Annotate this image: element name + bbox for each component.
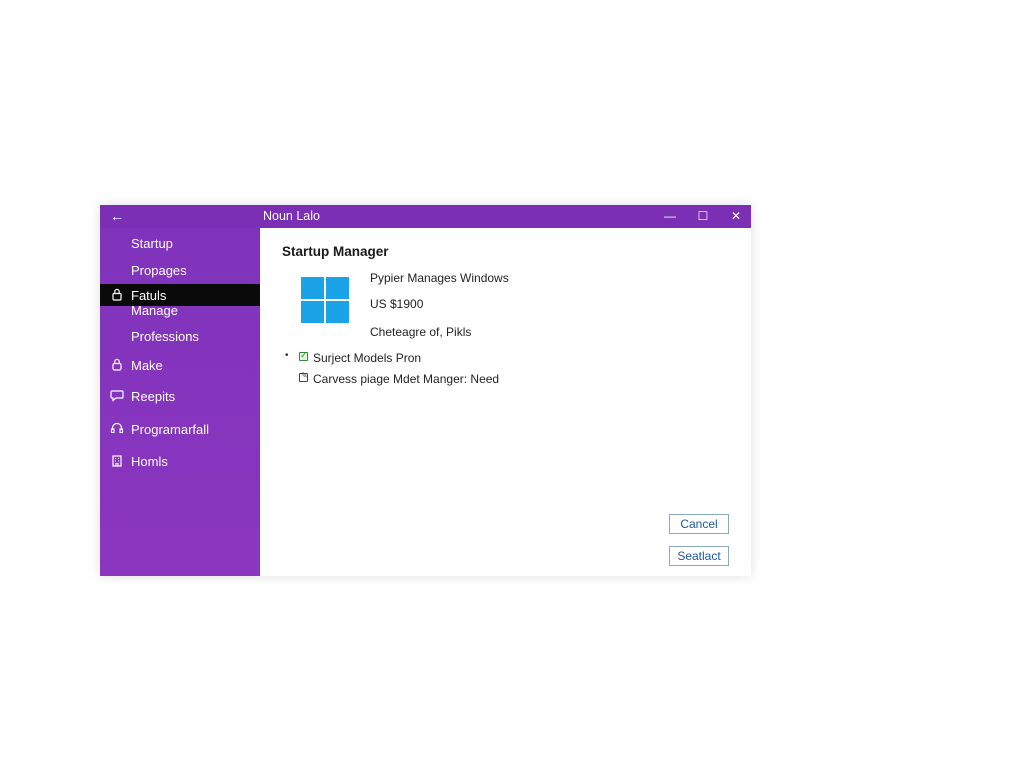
sidebar-item-propages[interactable]: Propages xyxy=(100,263,260,279)
product-price: US $1900 xyxy=(370,297,424,311)
cancel-button[interactable]: Cancel xyxy=(669,514,729,534)
sidebar-item-reepits[interactable]: Reepits xyxy=(100,389,260,405)
edit-checkbox-icon[interactable]: ✎ xyxy=(299,371,308,382)
window-title: Noun Lalo xyxy=(263,209,320,223)
sidebar-item-make[interactable]: Make xyxy=(100,358,260,374)
title-bar: ← Noun Lalo — ☐ ✕ xyxy=(100,205,751,228)
building-icon xyxy=(110,454,124,468)
sidebar-item-sublabel: Manage xyxy=(131,303,178,318)
headset-icon xyxy=(110,422,124,436)
sidebar-item-startup[interactable]: Startup xyxy=(100,236,260,252)
windows-logo-icon xyxy=(301,277,349,323)
option-label: Carvess piage Mdet Manger: Need xyxy=(313,372,500,386)
option-label: Surject Models Pron xyxy=(313,351,422,365)
product-name: Pypier Manages Windows xyxy=(370,271,509,285)
select-button[interactable]: Seatlact xyxy=(669,546,729,566)
sidebar-item-fatuls[interactable]: Fatuls xyxy=(100,284,260,306)
sidebar-item-label: Programarfall xyxy=(131,422,210,437)
main-panel: Startup Manager Pypier Manages Windows U… xyxy=(260,228,751,576)
lock-icon xyxy=(110,288,124,302)
sidebar-item-label: Homls xyxy=(131,454,168,469)
sidebar-item-label: Startup xyxy=(131,236,173,251)
checkbox-checked[interactable]: ✓ xyxy=(299,350,308,361)
sidebar-item-label: Reepits xyxy=(131,389,176,404)
sidebar-item-label: Make xyxy=(131,358,163,373)
close-button[interactable]: ✕ xyxy=(721,205,751,228)
sidebar: Startup Propages Fatuls Manage Professio… xyxy=(100,228,260,576)
product-category: Cheteagre of, Pikls xyxy=(370,325,472,339)
sidebar-item-programarfall[interactable]: Programarfall xyxy=(100,422,260,438)
sidebar-item-homls[interactable]: Homls xyxy=(100,454,260,470)
back-arrow-icon[interactable]: ← xyxy=(108,207,126,225)
sidebar-item-label: Fatuls xyxy=(131,288,167,303)
bullet-icon: • xyxy=(285,350,289,361)
minimize-button[interactable]: — xyxy=(655,205,685,228)
lock-icon xyxy=(110,358,124,372)
page-title: Startup Manager xyxy=(282,244,389,259)
sidebar-item-professions[interactable]: Professions xyxy=(100,329,260,345)
sidebar-item-label: Propages xyxy=(131,263,187,278)
app-window: ← Noun Lalo — ☐ ✕ Startup Propages Fatul… xyxy=(100,205,751,576)
sidebar-item-label: Professions xyxy=(131,329,199,344)
maximize-button[interactable]: ☐ xyxy=(688,205,718,228)
chat-icon xyxy=(110,389,124,403)
